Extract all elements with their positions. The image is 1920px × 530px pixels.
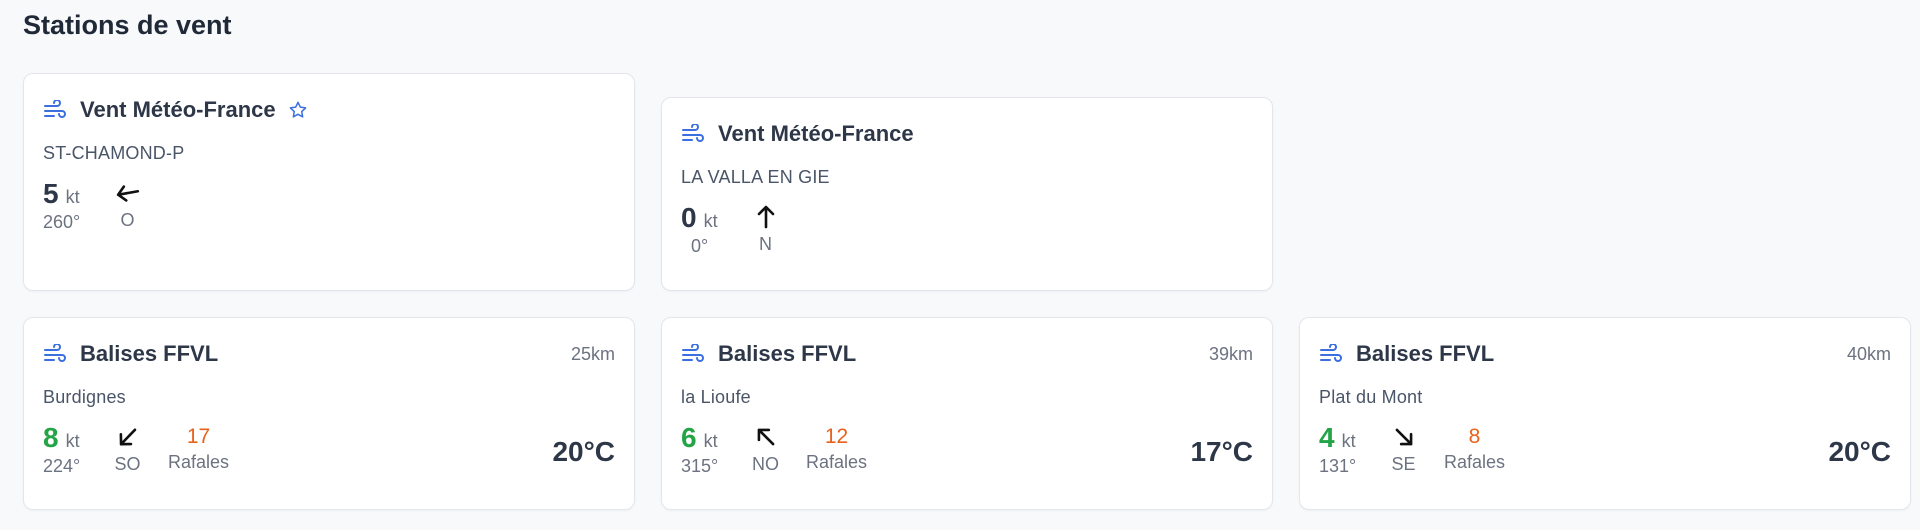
wind-speed-value: 0 — [681, 202, 697, 233]
wind-readings: 0 kt 0° N — [681, 202, 1253, 257]
star-outline-icon[interactable] — [288, 100, 308, 120]
arrow-icon — [1395, 428, 1412, 446]
gust-label: Rafales — [168, 452, 230, 472]
wind-direction: SE — [1380, 422, 1427, 475]
wind-direction-label: NO — [752, 454, 779, 474]
wind-readings: 5 kt 260° O — [43, 178, 615, 233]
card-header: Balises FFVL 25km — [43, 337, 615, 371]
card-title: Balises FFVL — [80, 341, 219, 366]
station-card[interactable]: Vent Météo-France ST-CHAMOND-P 5 kt 260°… — [23, 73, 635, 291]
arrow-icon — [116, 185, 139, 202]
temperature: 20°C — [552, 436, 615, 467]
page-title: Stations de vent — [23, 10, 232, 40]
card-header: Balises FFVL 40km — [1319, 337, 1891, 371]
wind-speed-value: 6 — [681, 422, 697, 453]
wind-speed-value: 4 — [1319, 422, 1335, 453]
temperature: 20°C — [1828, 436, 1891, 467]
station-name: Burdignes — [43, 387, 126, 407]
card-title: Balises FFVL — [1356, 341, 1495, 366]
wind-degrees: 224° — [43, 456, 81, 476]
arrow-icon — [757, 428, 774, 446]
wind-direction-label: SO — [114, 454, 141, 474]
gust-value: 12 — [824, 425, 849, 448]
wind-speed: 8 kt 224° — [43, 422, 104, 477]
gust-value: 17 — [186, 425, 211, 448]
wind-direction: N — [742, 202, 789, 255]
station-card[interactable]: Vent Météo-France LA VALLA EN GIE 0 kt 0… — [661, 97, 1273, 291]
card-title: Vent Météo-France — [718, 121, 914, 146]
station-name: LA VALLA EN GIE — [681, 167, 830, 187]
wind-icon — [682, 344, 704, 362]
wind-speed: 5 kt 260° — [43, 178, 104, 233]
gust-value: 8 — [1468, 425, 1481, 448]
wind-speed-unit: kt — [65, 187, 80, 207]
temperature: 17°C — [1190, 436, 1253, 467]
station-card[interactable]: Balises FFVL 40km Plat du Mont 4 kt 131°… — [1299, 317, 1911, 510]
wind-direction: NO — [742, 422, 789, 475]
station-name: Plat du Mont — [1319, 387, 1423, 407]
card-header: Vent Météo-France — [681, 117, 1253, 151]
gust-block: 17 Rafales — [168, 422, 229, 473]
wind-direction: SO — [104, 422, 151, 475]
gust-label: Rafales — [1444, 452, 1506, 472]
wind-readings: 8 kt 224° SO 17 Rafales 20°C — [43, 422, 615, 477]
arrow-icon — [757, 205, 774, 229]
card-header: Vent Météo-France — [43, 93, 615, 127]
gust-block: 8 Rafales — [1444, 422, 1505, 473]
wind-readings: 6 kt 315° NO 12 Rafales 17°C — [681, 422, 1253, 477]
wind-icon — [1320, 344, 1342, 362]
gust-label: Rafales — [806, 452, 868, 472]
wind-degrees: 315° — [681, 456, 719, 476]
card-title: Vent Météo-France — [80, 97, 276, 122]
arrow-icon — [119, 428, 136, 446]
wind-speed-value: 5 — [43, 178, 59, 209]
wind-degrees: 131° — [1319, 456, 1357, 476]
wind-speed: 6 kt 315° — [681, 422, 742, 477]
wind-speed: 4 kt 131° — [1319, 422, 1380, 477]
wind-direction-label: SE — [1391, 454, 1416, 474]
wind-speed-unit: kt — [1341, 431, 1356, 451]
distance-label: 39km — [1208, 343, 1253, 364]
gust-block: 12 Rafales — [806, 422, 867, 473]
station-card[interactable]: Balises FFVL 25km Burdignes 8 kt 224° SO… — [23, 317, 635, 510]
wind-icon — [682, 124, 704, 142]
wind-speed-unit: kt — [65, 431, 80, 451]
station-card[interactable]: Balises FFVL 39km la Lioufe 6 kt 315° NO… — [661, 317, 1273, 510]
wind-icon — [44, 100, 66, 118]
wind-speed: 0 kt 0° — [681, 202, 742, 257]
wind-speed-unit: kt — [703, 211, 718, 231]
wind-readings: 4 kt 131° SE 8 Rafales 20°C — [1319, 422, 1891, 477]
distance-label: 25km — [570, 343, 615, 364]
station-name: la Lioufe — [681, 387, 751, 407]
wind-direction-label: O — [120, 210, 135, 230]
wind-icon — [44, 344, 66, 362]
wind-direction-label: N — [759, 234, 772, 254]
wind-degrees: 260° — [43, 212, 81, 232]
wind-direction: O — [104, 178, 151, 231]
wind-speed-value: 8 — [43, 422, 59, 453]
distance-label: 40km — [1846, 343, 1891, 364]
wind-degrees: 0° — [691, 236, 709, 256]
card-title: Balises FFVL — [718, 341, 857, 366]
wind-speed-unit: kt — [703, 431, 718, 451]
card-header: Balises FFVL 39km — [681, 337, 1253, 371]
station-name: ST-CHAMOND-P — [43, 143, 185, 163]
